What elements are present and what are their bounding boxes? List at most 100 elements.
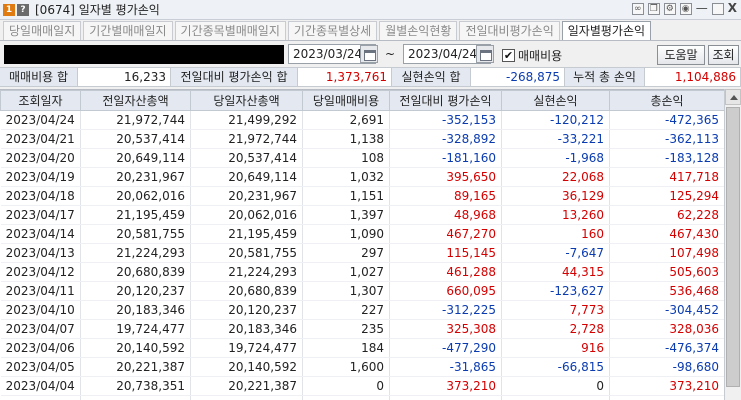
cell-prev-total-assets: 21,224,293 xyxy=(80,243,191,263)
camera-icon[interactable]: ◉ xyxy=(679,3,692,15)
fee-checkbox-label[interactable]: 매매비용 xyxy=(518,47,562,64)
table-row[interactable]: 2023/04/14 20,581,755 21,195,459 1,090 467,2… xyxy=(0,224,725,244)
col-header-realized-pnl[interactable]: 실현손익 xyxy=(501,90,610,111)
cell-realized-pnl: 22,068 xyxy=(501,167,610,187)
table-row[interactable]: 2023/04/10 20,183,346 20,120,237 227 -312,22… xyxy=(0,300,725,320)
cell-total-pnl: 467,430 xyxy=(609,224,725,244)
cell-today-fee: 1,397 xyxy=(302,205,390,225)
cell-today-fee: 0 xyxy=(302,376,390,396)
cell-today-total-assets: 20,231,967 xyxy=(190,186,303,206)
cell-prev-total-assets: 20,738,351 xyxy=(80,376,191,396)
table-row[interactable]: 2023/04/19 20,231,967 20,649,114 1,032 395,6… xyxy=(0,167,725,187)
cell-prev-total-assets: 20,221,387 xyxy=(80,357,191,377)
cell-prev-eval-pnl: 115,145 xyxy=(389,243,502,263)
cell-prev-eval-pnl: -31,865 xyxy=(389,357,502,377)
table-row[interactable]: 2023/04/05 20,221,387 20,140,592 1,600 -31,8… xyxy=(0,357,725,377)
tab-period-stock-detail[interactable]: 기간종목별상세 xyxy=(287,21,378,40)
cell-prev-total-assets: 20,231,967 xyxy=(80,167,191,187)
start-calendar-icon[interactable] xyxy=(360,45,378,63)
cell-today-fee: 227 xyxy=(302,300,390,320)
table-header-row: 조회일자 전일자산총액 당일자산총액 당일매매비용 전일대비 평가손익 실현손익… xyxy=(0,90,725,111)
cell-realized-pnl: -66,815 xyxy=(501,357,610,377)
table-row[interactable]: 2023/04/21 20,537,414 21,972,744 1,138 -328,… xyxy=(0,129,725,149)
cell-today-total-assets: 21,224,293 xyxy=(190,262,303,282)
cell-date: 2023/04/21 xyxy=(0,129,81,149)
col-header-today-total-assets[interactable]: 당일자산총액 xyxy=(190,90,303,111)
query-button[interactable]: 조회 xyxy=(708,45,739,65)
vertical-scrollbar[interactable] xyxy=(724,89,741,400)
tab-daily-trading-log[interactable]: 당일매매일지 xyxy=(3,21,82,40)
cell-total-pnl: 62,228 xyxy=(609,205,725,225)
cell-realized-pnl: 2,728 xyxy=(501,319,610,339)
col-header-date[interactable]: 조회일자 xyxy=(0,90,81,111)
table-row[interactable]: 2023/04/11 20,120,237 20,680,839 1,307 660,0… xyxy=(0,281,725,301)
cell-date: 2023/04/17 xyxy=(0,205,81,225)
cell-date: 2023/04/11 xyxy=(0,281,81,301)
cell-total-pnl: -476,374 xyxy=(609,338,725,358)
table-row[interactable]: 2023/04/0320,894,61520,738,351205-84,180… xyxy=(0,395,725,400)
cell-prev-total-assets: 20,062,016 xyxy=(80,186,191,206)
tab-daily-eval-pnl[interactable]: 일자별평가손익 xyxy=(561,21,652,40)
cell-prev-eval-pnl: 325,308 xyxy=(389,319,502,339)
cell-today-fee: 1,151 xyxy=(302,186,390,206)
col-header-today-fee[interactable]: 당일매매비용 xyxy=(302,90,390,111)
table-row[interactable]: 2023/04/06 20,140,592 19,724,477 184 -477,29… xyxy=(0,338,725,358)
cell-date: 2023/04/06 xyxy=(0,338,81,358)
close-icon[interactable]: X xyxy=(728,2,737,15)
minimize-icon[interactable]: — xyxy=(696,2,708,15)
table-row[interactable]: 2023/04/13 21,224,293 20,581,755 297 115,145… xyxy=(0,243,725,263)
cell-today-fee: 184 xyxy=(302,338,390,358)
table-row[interactable]: 2023/04/24 21,972,744 21,499,292 2,691 -352,… xyxy=(0,110,725,130)
cell-today-total-assets: 20,738,351 xyxy=(190,395,303,400)
col-header-prev-eval-pnl[interactable]: 전일대비 평가손익 xyxy=(389,90,502,111)
cell-total-pnl: 417,718 xyxy=(609,167,725,187)
scroll-up-icon[interactable] xyxy=(725,89,741,105)
cell-realized-pnl: 44,315 xyxy=(501,262,610,282)
cell-prev-total-assets: 20,649,114 xyxy=(80,148,191,168)
realized-sum-value: -268,875 xyxy=(471,68,565,86)
cell-realized-pnl: -7,647 xyxy=(501,243,610,263)
cell-prev-total-assets: 21,972,744 xyxy=(80,110,191,130)
table-row[interactable]: 2023/04/07 19,724,477 20,183,346 235 325,308… xyxy=(0,319,725,339)
tab-monthly-pnl[interactable]: 월별손익현황 xyxy=(379,21,458,40)
cell-total-pnl: 505,603 xyxy=(609,262,725,282)
cell-today-total-assets: 21,972,744 xyxy=(190,129,303,149)
account-selector-redacted[interactable] xyxy=(4,45,284,64)
fee-checkbox-group[interactable]: ✔ 매매비용 xyxy=(502,47,562,64)
table-row[interactable]: 2023/04/12 20,680,839 21,224,293 1,027 461,2… xyxy=(0,262,725,282)
tab-period-trading-log[interactable]: 기간별매매일지 xyxy=(83,21,173,40)
col-header-total-pnl[interactable]: 총손익 xyxy=(609,90,725,111)
table-row[interactable]: 2023/04/04 20,738,351 20,221,387 0 373,210 0 3… xyxy=(0,376,725,396)
link-icon[interactable]: ∞ xyxy=(631,3,644,15)
window-controls: ∞ ❐ ⚙ ◉ — X xyxy=(631,2,737,15)
cell-today-fee: 205 xyxy=(302,395,390,400)
window-number-badge[interactable]: 1 xyxy=(3,3,15,16)
title-bar: 1 ? [0674] 일자별 평가손익 ∞ ❐ ⚙ ◉ — X xyxy=(0,0,741,20)
cell-realized-pnl: -123,627 xyxy=(501,281,610,301)
cell-today-total-assets: 20,537,414 xyxy=(190,148,303,168)
table-row[interactable]: 2023/04/18 20,062,016 20,231,967 1,151 89,16… xyxy=(0,186,725,206)
tab-prev-day-eval-pnl[interactable]: 전일대비평가손익 xyxy=(459,21,560,40)
maximize-icon[interactable] xyxy=(711,3,724,15)
cell-today-fee: 108 xyxy=(302,148,390,168)
settings-icon[interactable]: ⚙ xyxy=(663,3,676,15)
fee-checkbox[interactable]: ✔ xyxy=(502,49,515,62)
table-row[interactable]: 2023/04/17 21,195,459 20,062,016 1,397 48,96… xyxy=(0,205,725,225)
cell-today-total-assets: 20,649,114 xyxy=(190,167,303,187)
cell-date: 2023/04/13 xyxy=(0,243,81,263)
cell-date: 2023/04/24 xyxy=(0,110,81,130)
tab-period-stock-trading-log[interactable]: 기간종목별매매일지 xyxy=(174,21,286,40)
scroll-thumb[interactable] xyxy=(726,107,740,387)
cell-today-fee: 297 xyxy=(302,243,390,263)
help-icon[interactable]: ? xyxy=(17,3,29,16)
cell-total-pnl: -98,680 xyxy=(609,357,725,377)
copy-icon[interactable]: ❐ xyxy=(647,3,660,15)
tab-bar: 당일매매일지 기간별매매일지 기간종목별매매일지 기간종목별상세 월별손익현황 … xyxy=(0,21,741,41)
cell-today-total-assets: 21,195,459 xyxy=(190,224,303,244)
table-row[interactable]: 2023/04/20 20,649,114 20,537,414 108 -181,16… xyxy=(0,148,725,168)
help-button[interactable]: 도움말 xyxy=(657,45,705,65)
end-calendar-icon[interactable] xyxy=(476,45,494,63)
cell-today-fee: 1,090 xyxy=(302,224,390,244)
cell-today-total-assets: 21,499,292 xyxy=(190,110,303,130)
col-header-prev-total-assets[interactable]: 전일자산총액 xyxy=(80,90,191,111)
